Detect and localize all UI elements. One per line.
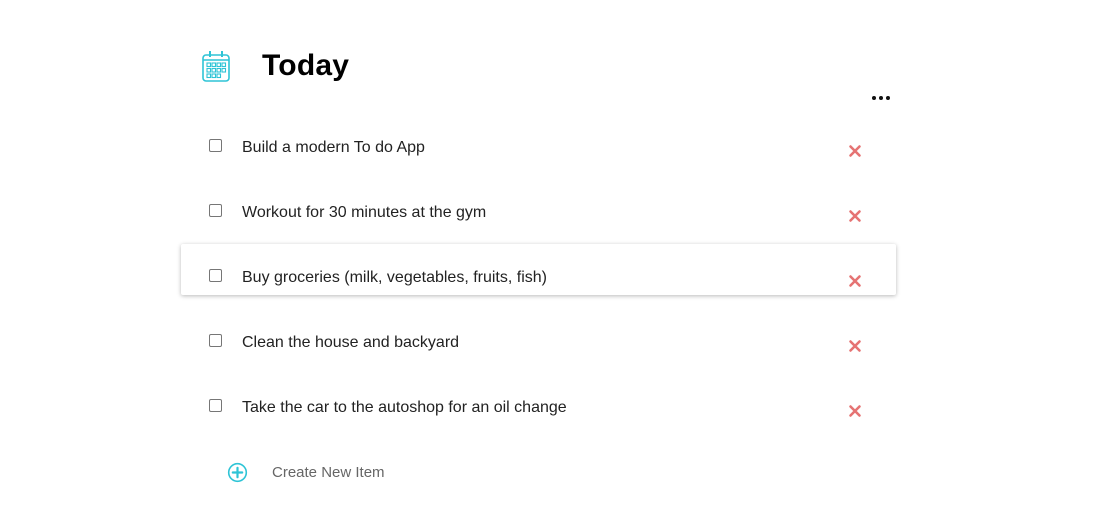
- calendar-icon: [200, 48, 232, 84]
- delete-icon[interactable]: [845, 206, 865, 226]
- more-options-button[interactable]: [868, 86, 894, 110]
- todo-page: Today Build a modern To do App Workout f…: [0, 0, 1117, 525]
- delete-icon[interactable]: [845, 336, 865, 356]
- todo-checkbox[interactable]: [209, 139, 222, 152]
- more-horizontal-icon-dot: [886, 96, 890, 100]
- todo-text: Build a modern To do App: [242, 139, 425, 156]
- page-title: Today: [262, 49, 350, 82]
- todo-checkbox[interactable]: [209, 269, 222, 282]
- page-header: Today: [200, 44, 349, 88]
- todo-text: Clean the house and backyard: [242, 334, 460, 351]
- todo-checkbox[interactable]: [209, 204, 222, 217]
- plus-circle-icon: [227, 462, 248, 483]
- todo-item: Buy groceries (milk, vegetables, fruits,…: [181, 244, 896, 295]
- delete-icon[interactable]: [845, 401, 865, 421]
- todo-list: Build a modern To do App Workout for 30 …: [181, 114, 896, 439]
- todo-checkbox[interactable]: [209, 399, 222, 412]
- todo-text: Buy groceries (milk, vegetables, fruits,…: [242, 269, 547, 286]
- delete-icon[interactable]: [845, 271, 865, 291]
- create-new-item-label: Create New Item: [272, 464, 385, 481]
- todo-item: Clean the house and backyard: [181, 309, 896, 374]
- more-horizontal-icon-dot: [879, 96, 883, 100]
- delete-icon[interactable]: [845, 141, 865, 161]
- create-new-item-button[interactable]: Create New Item: [227, 462, 385, 483]
- todo-item: Workout for 30 minutes at the gym: [181, 179, 896, 244]
- todo-item: Take the car to the autoshop for an oil …: [181, 374, 896, 439]
- todo-text: Workout for 30 minutes at the gym: [242, 204, 487, 221]
- todo-item: Build a modern To do App: [181, 114, 896, 179]
- todo-text: Take the car to the autoshop for an oil …: [242, 399, 567, 416]
- todo-checkbox[interactable]: [209, 334, 222, 347]
- more-horizontal-icon: [872, 96, 876, 100]
